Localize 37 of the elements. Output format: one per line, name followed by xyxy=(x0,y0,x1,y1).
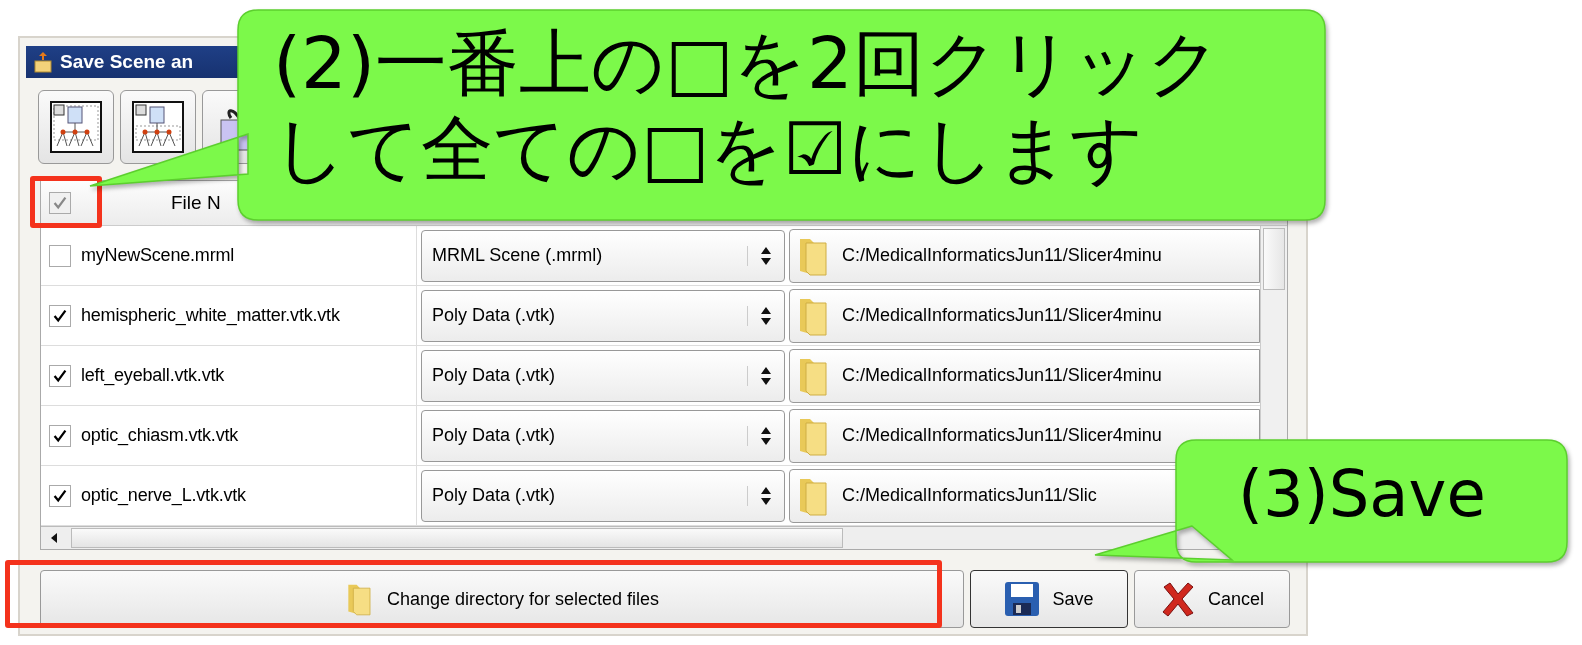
tree-icon xyxy=(49,100,103,154)
file-name: hemispheric_white_matter.vtk.vtk xyxy=(81,305,340,326)
change-directory-button[interactable]: Change directory for selected files xyxy=(40,570,964,628)
directory-button[interactable]: C:/MedicalInformaticsJun11/Slicer4minu xyxy=(789,288,1260,343)
folder-upload-icon xyxy=(34,51,52,73)
file-name: optic_chiasm.vtk.vtk xyxy=(81,425,239,446)
toolbar-button[interactable] xyxy=(38,90,114,164)
file-name: optic_nerve_L.vtk.vtk xyxy=(81,485,246,506)
spinner-arrows-icon xyxy=(747,305,772,326)
spinner-arrows-icon xyxy=(747,485,772,506)
save-button[interactable]: Save xyxy=(970,570,1128,628)
format-dropdown[interactable]: MRML Scene (.mrml) xyxy=(421,229,785,282)
format-dropdown[interactable]: Poly Data (.vtk) xyxy=(421,349,785,402)
row-checkbox[interactable] xyxy=(49,484,71,507)
scrollbar-thumb[interactable] xyxy=(71,528,843,548)
format-dropdown[interactable]: Poly Data (.vtk) xyxy=(421,469,785,522)
window-title: Save Scene an xyxy=(60,51,194,73)
scrollbar-thumb[interactable] xyxy=(1263,228,1285,290)
spinner-arrows-icon xyxy=(747,245,772,266)
directory-button[interactable]: C:/MedicalInformaticsJun11/Slicer4minu xyxy=(789,228,1260,283)
toolbar-button[interactable] xyxy=(120,90,196,164)
highlight-frame xyxy=(30,176,102,228)
spinner-arrows-icon xyxy=(747,365,772,386)
row-checkbox[interactable] xyxy=(49,244,71,267)
directory-button[interactable]: C:/MedicalInformaticsJun11/Slicer4minu xyxy=(789,348,1260,403)
row-checkbox[interactable] xyxy=(49,304,71,327)
format-dropdown[interactable]: Poly Data (.vtk) xyxy=(421,409,785,462)
row-checkbox[interactable] xyxy=(49,364,71,387)
cancel-button[interactable]: Cancel xyxy=(1134,570,1290,628)
scroll-left-icon[interactable] xyxy=(49,532,59,544)
file-name: left_eyeball.vtk.vtk xyxy=(81,365,225,386)
format-dropdown[interactable]: Poly Data (.vtk) xyxy=(421,289,785,342)
spinner-arrows-icon xyxy=(747,425,772,446)
tree-icon xyxy=(131,100,185,154)
cross-icon xyxy=(1160,581,1196,617)
row-checkbox[interactable] xyxy=(49,424,71,447)
file-name: myNewScene.mrml xyxy=(81,245,235,266)
